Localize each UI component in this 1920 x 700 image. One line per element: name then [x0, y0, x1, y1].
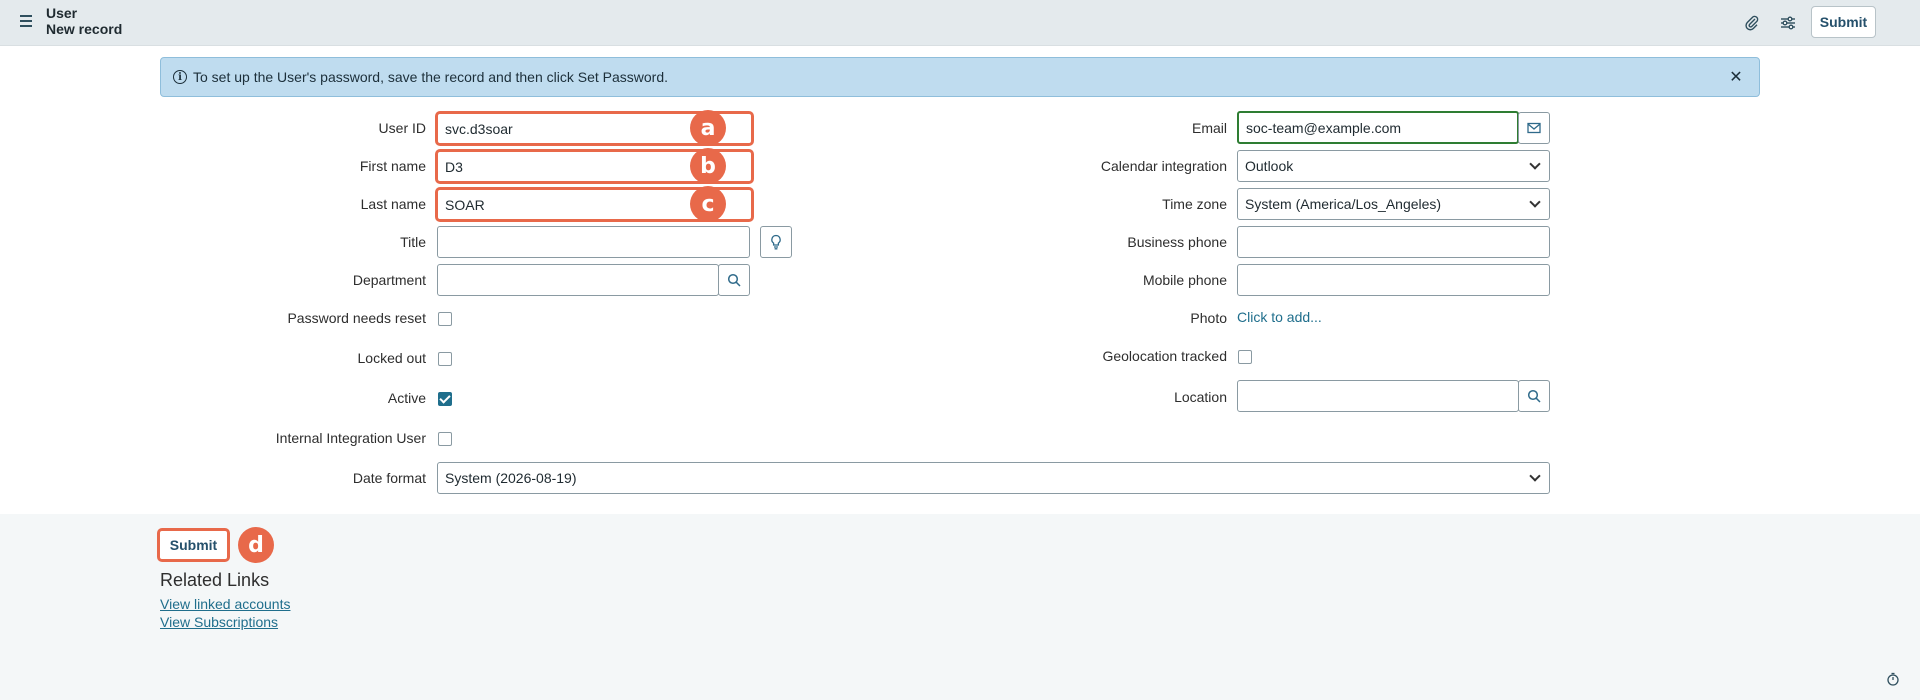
sliders-icon[interactable]	[1777, 12, 1799, 34]
record-type-title: User	[46, 5, 78, 21]
view-linked-accounts-link[interactable]: View linked accounts	[160, 596, 290, 612]
close-icon[interactable]: ✕	[1727, 68, 1745, 86]
photo-add-link[interactable]: Click to add...	[1237, 309, 1322, 325]
calendar-integration-label: Calendar integration	[1100, 158, 1227, 174]
annotation-badge-d: d	[238, 527, 274, 563]
lightbulb-suggestion-button[interactable]	[760, 226, 792, 258]
photo-label: Photo	[1190, 310, 1227, 326]
search-icon	[727, 273, 741, 287]
annotation-badge-c: c	[690, 186, 726, 222]
last-name-label: Last name	[360, 196, 426, 212]
lightbulb-icon	[771, 234, 781, 250]
location-label: Location	[1174, 389, 1227, 405]
department-label: Department	[352, 272, 426, 288]
send-email-button[interactable]	[1518, 112, 1550, 144]
annotation-badge-b: b	[690, 148, 726, 184]
chevron-down-icon	[1529, 158, 1541, 170]
password-needs-reset-label: Password needs reset	[287, 310, 426, 326]
date-format-select[interactable]: System (2026-08-19)	[437, 462, 1550, 494]
internal-integration-user-label: Internal Integration User	[275, 430, 426, 446]
internal-integration-user-checkbox[interactable]	[438, 432, 452, 446]
department-lookup-button[interactable]	[718, 264, 750, 296]
time-zone-value: System (America/Los_Angeles)	[1245, 196, 1442, 212]
banner-message: To set up the User's password, save the …	[193, 69, 669, 85]
title-label: Title	[400, 234, 426, 250]
location-lookup-button[interactable]	[1518, 380, 1550, 412]
envelope-icon	[1527, 122, 1541, 134]
geolocation-tracked-checkbox[interactable]	[1238, 350, 1252, 364]
business-phone-input[interactable]	[1237, 226, 1550, 258]
mobile-phone-label: Mobile phone	[1142, 272, 1227, 288]
calendar-integration-select[interactable]: Outlook	[1237, 150, 1550, 182]
menu-icon[interactable]	[20, 15, 32, 27]
active-checkbox[interactable]	[438, 392, 452, 406]
mobile-phone-input[interactable]	[1237, 264, 1550, 296]
date-format-label: Date format	[352, 470, 426, 486]
info-icon: i	[173, 70, 187, 84]
annotation-badge-a: a	[690, 110, 726, 146]
password-needs-reset-checkbox[interactable]	[438, 312, 452, 326]
stopwatch-icon[interactable]	[1886, 672, 1900, 686]
first-name-label: First name	[359, 158, 426, 174]
calendar-integration-value: Outlook	[1245, 158, 1294, 174]
related-links-heading: Related Links	[160, 570, 270, 590]
title-input[interactable]	[437, 226, 750, 258]
record-subtitle: New record	[46, 21, 123, 37]
location-input[interactable]	[1237, 380, 1519, 412]
page-title: User New record	[46, 5, 122, 37]
active-label: Active	[387, 390, 426, 406]
top-header: User New record Submit	[0, 0, 1920, 46]
geolocation-tracked-label: Geolocation tracked	[1102, 348, 1227, 364]
header-submit-button[interactable]: Submit	[1811, 6, 1876, 38]
search-icon	[1527, 389, 1541, 403]
paperclip-icon[interactable]	[1741, 12, 1763, 34]
chevron-down-icon	[1529, 196, 1541, 208]
time-zone-label: Time zone	[1162, 196, 1227, 212]
chevron-down-icon	[1529, 470, 1541, 482]
time-zone-select[interactable]: System (America/Los_Angeles)	[1237, 188, 1550, 220]
locked-out-checkbox[interactable]	[438, 352, 452, 366]
form-submit-button[interactable]: Submit	[157, 528, 230, 562]
locked-out-label: Locked out	[357, 350, 427, 366]
email-input[interactable]: soc-team@example.com	[1237, 111, 1519, 144]
business-phone-label: Business phone	[1127, 234, 1227, 250]
date-format-value: System (2026-08-19)	[445, 470, 577, 486]
view-subscriptions-link[interactable]: View Subscriptions	[160, 614, 278, 630]
info-banner: i To set up the User's password, save th…	[160, 57, 1760, 97]
email-label: Email	[1191, 120, 1227, 136]
department-input[interactable]	[437, 264, 719, 296]
user-id-label: User ID	[378, 120, 426, 136]
